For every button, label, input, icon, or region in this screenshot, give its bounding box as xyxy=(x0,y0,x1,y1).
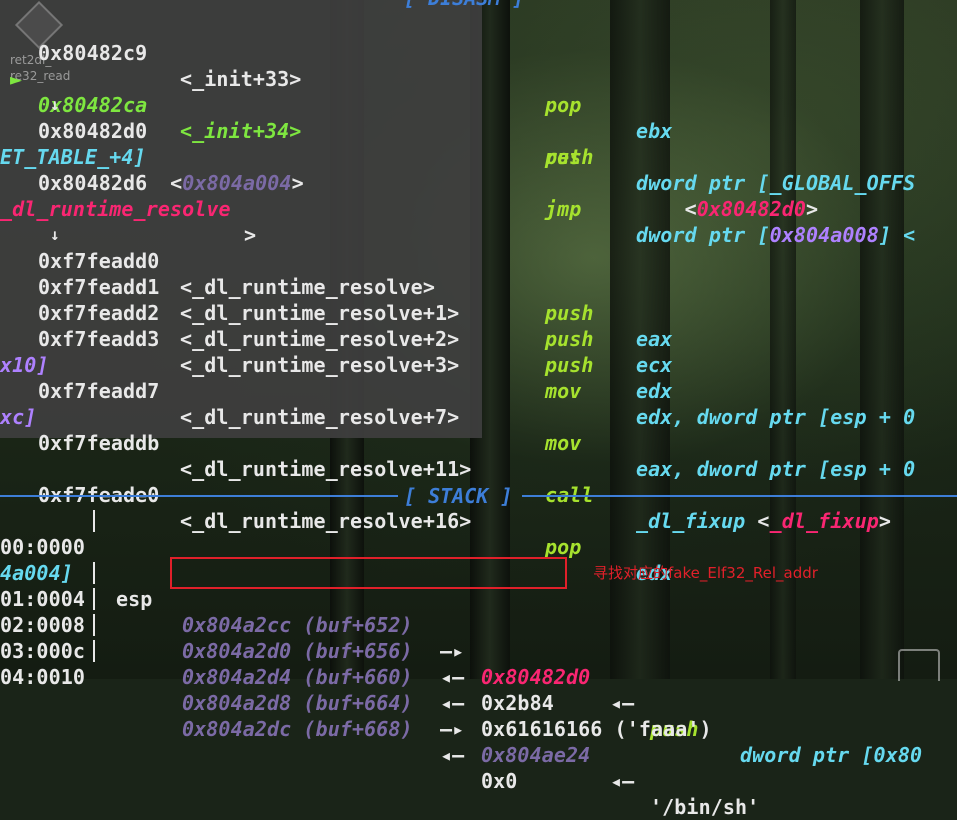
stack-row: 00:0000 esp 0x804a2cc (buf+652) —▸ 0x804… xyxy=(0,508,922,767)
disasm-line: 0xf7feade0 <_dl_runtime_resolve+16> pop … xyxy=(38,483,673,585)
disasm-line: 0xf7feadd1 <_dl_runtime_resolve+1> push … xyxy=(38,275,673,377)
jump-arrow: ↓ xyxy=(50,225,60,244)
disasm-line: 0x80482c9 <_init+33> pop ebx xyxy=(38,41,673,143)
disasm-line-wrap: x10] xyxy=(0,353,49,377)
disasm-header: [ DISASM ] xyxy=(0,0,957,10)
disasm-line: 0xf7feaddb <_dl_runtime_resolve+11> call… xyxy=(38,431,892,533)
disasm-line: 0xf7feadd7 <_dl_runtime_resolve+7> mov e… xyxy=(38,379,916,481)
disasm-line: 0xf7feadd0 <_dl_runtime_resolve> push ea… xyxy=(38,249,673,351)
disasm-line-wrap: xc] xyxy=(0,405,37,429)
disasm-line: 0xf7feadd3 <_dl_runtime_resolve+3> mov e… xyxy=(38,327,916,429)
stack-row: 03:000c 0x804a2d8 (buf+664) —▸ 0x804ae24… xyxy=(0,612,759,819)
trash-icon[interactable] xyxy=(898,649,940,681)
stack-header: [ STACK ] xyxy=(0,484,957,508)
stack-row: 02:0008 0x804a2d4 (buf+660) ◂— 0x6161616… xyxy=(0,586,712,741)
annotation-text: 寻找对应的fake_Elf32_Rel_addr xyxy=(593,564,818,582)
annotation-box xyxy=(170,557,567,589)
stack-row: 01:0004 0x804a2d0 (buf+656) ◂— 0x2b84 xyxy=(0,560,554,715)
disasm-line-current: ► 0x80482ca <_init+34> ret <0x80482d0> xyxy=(10,67,819,221)
stack-row-wrap: 4a004] xyxy=(0,561,73,585)
disasm-line-wrap: ET_TABLE_+4] <0x804a004> xyxy=(0,145,304,195)
disasm-line-wrap: _dl_runtime_resolve > xyxy=(0,197,257,247)
stack-row: 04:0010 0x804a2dc (buf+668) ◂— 0x0 xyxy=(0,638,517,793)
disasm-line: 0xf7feadd2 <_dl_runtime_resolve+2> push … xyxy=(38,301,673,403)
jump-arrow: ↓ xyxy=(50,95,60,114)
disasm-line: 0x80482d6 jmp dword ptr [0x804a008] < xyxy=(38,171,916,247)
disasm-line: 0x80482d0 push dword ptr [_GLOBAL_OFFS xyxy=(38,119,916,195)
